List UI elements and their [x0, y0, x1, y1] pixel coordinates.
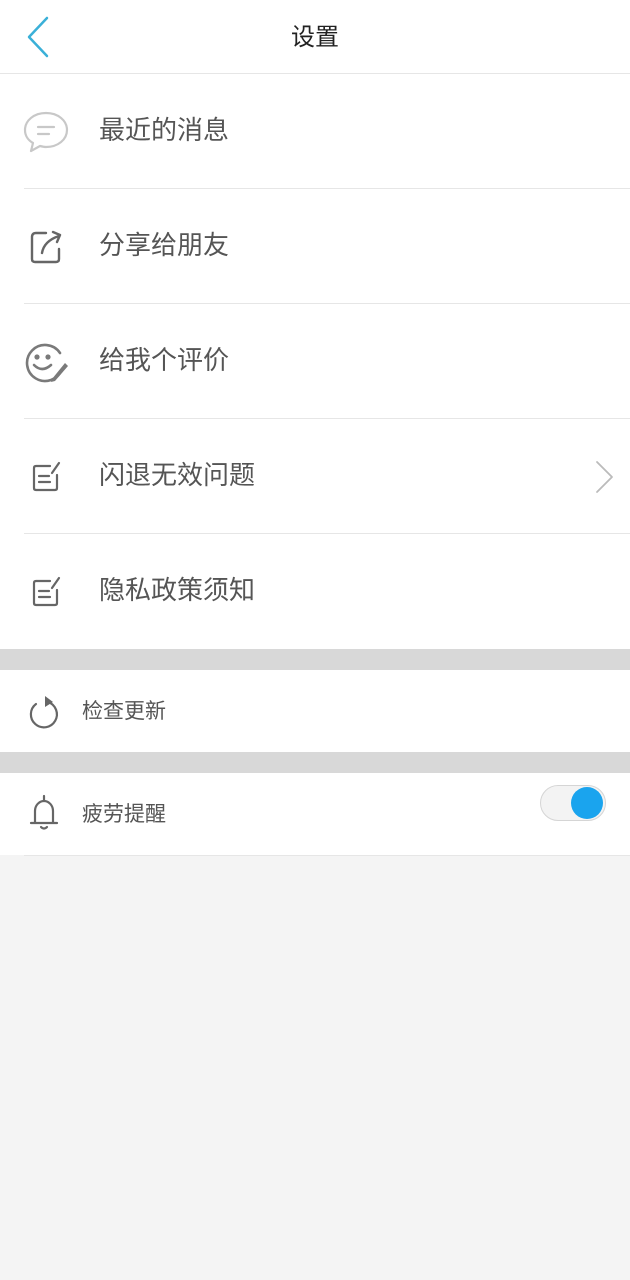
- chevron-right-icon: [596, 461, 613, 493]
- fatigue-reminder-toggle[interactable]: [540, 785, 606, 821]
- header-bar: 设置: [0, 0, 630, 74]
- menu-item-label: 给我个评价: [99, 346, 230, 376]
- toggle-knob: [571, 787, 603, 819]
- check-update-label: 检查更新: [82, 699, 166, 723]
- menu-item-privacy-policy[interactable]: 隐私政策须知: [0, 534, 630, 649]
- edit-note-icon: [22, 569, 70, 615]
- menu-item-label: 隐私政策须知: [99, 576, 256, 606]
- menu-item-label: 闪退无效问题: [99, 461, 256, 491]
- fatigue-reminder-row: 疲劳提醒: [0, 773, 630, 855]
- menu-item-rate[interactable]: 给我个评价: [0, 304, 630, 419]
- refresh-icon: [26, 692, 62, 732]
- rate-smiley-icon: [22, 339, 70, 385]
- share-icon: [22, 224, 70, 270]
- bottom-divider: [24, 855, 630, 856]
- menu-item-label: 分享给朋友: [99, 231, 230, 261]
- menu-group: 最近的消息 分享给朋友 给我个评价 闪退无效问题 隐私政策须知: [0, 74, 630, 649]
- bell-icon: [26, 793, 62, 833]
- edit-note-icon: [22, 454, 70, 500]
- check-update-row[interactable]: 检查更新: [0, 670, 630, 752]
- menu-item-recent-messages[interactable]: 最近的消息: [0, 74, 630, 189]
- section-separator: [0, 649, 630, 670]
- settings-page: 设置 最近的消息 分享给朋友 给我个评价 闪退无效问题 隐私政策须知 检查更新 …: [0, 0, 630, 1280]
- message-bubble-icon: [22, 109, 70, 155]
- menu-item-crash-issues[interactable]: 闪退无效问题: [0, 419, 630, 534]
- menu-item-label: 最近的消息: [99, 116, 230, 146]
- section-separator: [0, 752, 630, 773]
- fatigue-reminder-label: 疲劳提醒: [82, 802, 166, 826]
- menu-item-share[interactable]: 分享给朋友: [0, 189, 630, 304]
- page-title: 设置: [291, 23, 339, 51]
